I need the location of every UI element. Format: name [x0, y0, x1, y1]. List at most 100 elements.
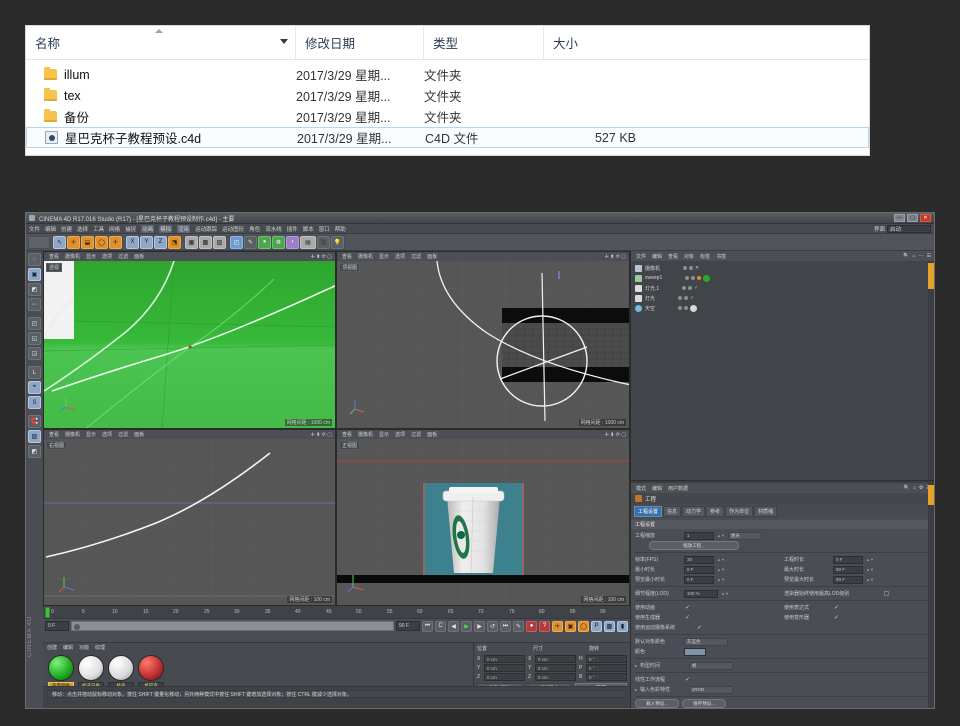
move-axis-tool[interactable]: ✛	[109, 235, 122, 249]
scale-tool[interactable]: ⬓	[81, 235, 94, 249]
menu-create[interactable]: 创建	[61, 225, 72, 233]
pos-z-input[interactable]: 0 cm	[484, 673, 525, 681]
om-menu-object[interactable]: 对象	[684, 253, 694, 260]
viewport-top-canvas[interactable]: 顶视图 网格间距 : 1000 cm	[337, 261, 629, 428]
goto-end-button[interactable]: ⏭	[500, 620, 511, 632]
menu-window[interactable]: 窗口	[319, 225, 330, 233]
render-view-button[interactable]: ▦	[185, 235, 198, 249]
menu-character[interactable]: 角色	[249, 225, 260, 233]
spinner-icon[interactable]: ▲▼	[717, 557, 725, 562]
snap-settings-icon[interactable]: 🧲	[28, 415, 41, 428]
object-row-sweep[interactable]: sweep1	[631, 273, 934, 283]
vp-menu-display[interactable]: 显示	[379, 431, 389, 438]
menu-animate[interactable]: 动画	[141, 224, 155, 233]
viewport-perspective-canvas[interactable]: 透视 网格间距 : 1000 cm	[44, 261, 335, 428]
column-header-date[interactable]: 修改日期	[296, 26, 424, 59]
scrollbar-thumb[interactable]	[928, 485, 934, 505]
max-time-input[interactable]: 90 F	[833, 565, 863, 574]
menu-snap[interactable]: 捕捉	[125, 225, 136, 233]
y-axis-lock[interactable]: Y	[140, 235, 153, 249]
object-row-camera[interactable]: 摄像机 ✕	[631, 263, 934, 273]
rot-b-input[interactable]: 0 °	[586, 673, 627, 681]
column-header-type[interactable]: 类型	[424, 26, 544, 59]
expand-arrow-icon[interactable]: ▸	[635, 687, 637, 692]
world-object-coord-toggle[interactable]: ⬔	[168, 235, 181, 249]
scrollbar-thumb[interactable]	[928, 263, 934, 289]
reverse-play-button[interactable]: ↺	[487, 620, 498, 632]
spinner-icon[interactable]: ▲▼	[866, 577, 874, 582]
spinner-icon[interactable]: ▲▼	[866, 557, 874, 562]
preview-max-input[interactable]: 90 F	[833, 575, 863, 584]
am-menu-userdata[interactable]: 用户数据	[668, 485, 688, 492]
rot-p-input[interactable]: 0 °	[586, 664, 627, 672]
min-time-input[interactable]: 0 F	[684, 565, 714, 574]
vp-menu-camera[interactable]: 摄像机	[358, 431, 373, 438]
deformer-bend-button[interactable]: ◗	[286, 235, 299, 249]
vp-menu-options[interactable]: 选项	[102, 253, 112, 260]
edges-mode-icon[interactable]: ◰	[28, 317, 41, 330]
object-row-light[interactable]: 灯光 ✓	[631, 293, 934, 303]
tab-units[interactable]: 作为单位	[725, 506, 754, 517]
menu-simulate[interactable]: 模拟	[159, 224, 173, 233]
scale-key-button[interactable]: ▣	[565, 620, 576, 632]
om-menu-file[interactable]: 文件	[636, 253, 646, 260]
current-frame-field[interactable]: 0 F	[45, 621, 69, 631]
om-menu-edit[interactable]: 编辑	[652, 253, 662, 260]
object-visibility-dots[interactable]: ✓	[682, 285, 698, 291]
tab-info[interactable]: 信息	[663, 506, 682, 517]
menu-help[interactable]: 帮助	[335, 225, 346, 233]
snap-mode-icon[interactable]: S	[28, 396, 41, 409]
tab-dynamics[interactable]: 动力学	[682, 506, 706, 517]
rotate-tool[interactable]: ◯	[95, 235, 108, 249]
object-axis-mode-icon[interactable]: ◲	[28, 347, 41, 360]
step-forward-button[interactable]: ▶	[474, 620, 485, 632]
layout-dropdown[interactable]: 启动	[887, 224, 931, 233]
polygons-mode-icon[interactable]: ◱	[28, 332, 41, 345]
vp-menu-filter[interactable]: 过滤	[118, 253, 128, 260]
vp-menu-camera[interactable]: 摄像机	[65, 431, 80, 438]
menu-render[interactable]: 渲染	[177, 224, 191, 233]
file-row[interactable]: 备份 2017/3/29 星期... 文件夹	[26, 106, 869, 127]
use-motion-checkbox[interactable]: ✓	[696, 624, 703, 631]
mm-menu-create[interactable]: 创建	[47, 644, 57, 651]
enable-axis-mode-icon[interactable]: ⌖	[28, 381, 41, 394]
expand-arrow-icon[interactable]: ▸	[635, 663, 637, 668]
tab-project-settings[interactable]: 工程设置	[634, 506, 663, 517]
linear-workflow-checkbox[interactable]: ✓	[684, 676, 691, 683]
column-header-size[interactable]: 大小	[544, 26, 644, 59]
maximize-button[interactable]: ▢	[907, 214, 918, 222]
vp-menu-panel[interactable]: 面板	[134, 431, 144, 438]
step-back-button[interactable]: ◀	[448, 620, 459, 632]
spline-pen-button[interactable]: ✎	[244, 235, 257, 249]
vp-menu-panel[interactable]: 面板	[427, 253, 437, 260]
menu-mesh[interactable]: 网格	[109, 225, 120, 233]
material-item[interactable]: 背景颜色	[48, 655, 74, 690]
animation-time-dropdown[interactable]: 帧	[689, 661, 734, 670]
file-row[interactable]: illum 2017/3/29 星期... 文件夹	[26, 64, 869, 85]
menu-icon[interactable]: ☰	[927, 253, 931, 259]
project-scale-unit-dropdown[interactable]: 厘米	[727, 531, 762, 540]
viewport-front[interactable]: 查看 摄像机 显示 选项 过滤 面板 ✛ ⬍ ⟳ ▢ 正视图 网格间距: 10…	[336, 429, 630, 606]
vp-menu-view[interactable]: 查看	[342, 253, 352, 260]
primitive-cube-button[interactable]: ◰	[230, 235, 243, 249]
minimize-button[interactable]: —	[894, 214, 905, 222]
menu-select[interactable]: 选择	[77, 225, 88, 233]
tab-reference[interactable]: 参考	[706, 506, 725, 517]
texture-mode-icon[interactable]: ◩	[28, 283, 41, 296]
generator-nurbs-button[interactable]: ●	[258, 235, 271, 249]
lock-icon[interactable]: ⌂	[913, 485, 916, 491]
object-visibility-dots[interactable]	[678, 304, 698, 312]
vp-menu-view[interactable]: 查看	[49, 253, 59, 260]
workplane-mode-icon[interactable]: ▨	[28, 430, 41, 443]
menu-motion-tracker[interactable]: 运动跟踪	[195, 225, 217, 233]
object-row-sky[interactable]: 天空	[631, 303, 934, 313]
viewport-nav-icons[interactable]: ✛ ⬍ ⟳ ▢	[311, 432, 332, 438]
vp-menu-panel[interactable]: 面板	[427, 431, 437, 438]
make-editable-icon[interactable]: ◌	[28, 253, 41, 266]
om-menu-view[interactable]: 查看	[668, 253, 678, 260]
undo-redo-slot[interactable]	[28, 235, 50, 249]
viewport-nav-icons[interactable]: ✛ ⬍ ⟳ ▢	[605, 254, 626, 260]
preview-min-input[interactable]: 0 F	[684, 575, 714, 584]
pla-key-button[interactable]: ▩	[604, 620, 615, 632]
search-icon[interactable]: 🔍	[904, 485, 910, 491]
